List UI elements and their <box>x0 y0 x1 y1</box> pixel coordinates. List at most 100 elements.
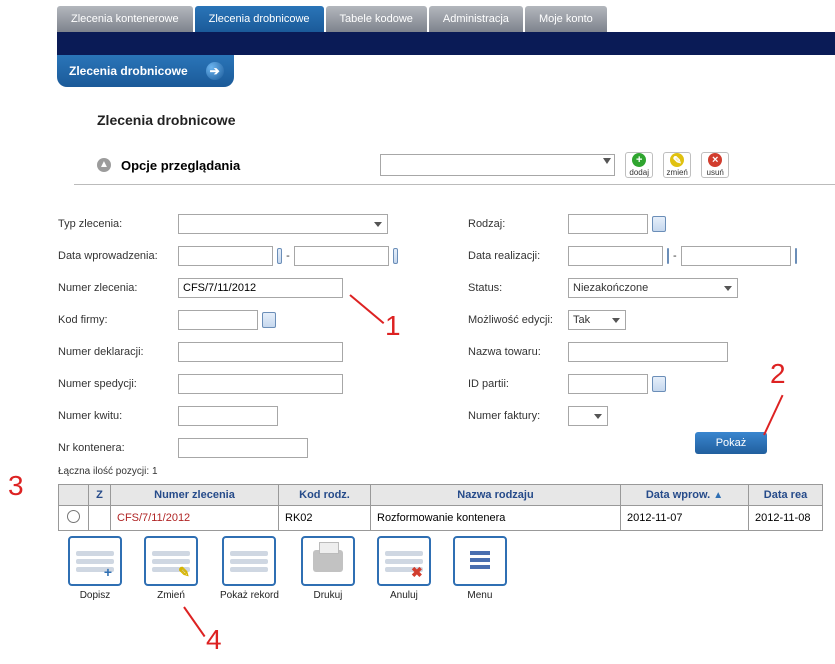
input-nazwa-towaru[interactable] <box>568 342 728 362</box>
label-typ-zlecenia: Typ zlecenia: <box>58 218 178 230</box>
x-icon: ✖ <box>409 564 425 580</box>
cell-kod: RK02 <box>279 506 371 531</box>
menu-icon <box>470 551 490 571</box>
input-numer-zlecenia[interactable] <box>178 278 343 298</box>
page-title: Zlecenia drobnicowe <box>97 112 235 128</box>
tab-administracja[interactable]: Administracja <box>429 6 523 32</box>
drukuj-button[interactable]: Drukuj <box>301 536 355 601</box>
anuluj-button[interactable]: ✖ Anuluj <box>377 536 431 601</box>
input-data-wprow-to[interactable] <box>294 246 389 266</box>
menu-label: Menu <box>467 590 492 601</box>
annotation-2: 2 <box>770 358 786 390</box>
cell-numer[interactable]: CFS/7/11/2012 <box>111 506 279 531</box>
col-select[interactable] <box>59 485 89 506</box>
info-icon[interactable]: ➔ <box>206 62 224 80</box>
annotation-4: 4 <box>206 624 222 656</box>
pokaz-rekord-label: Pokaż rekord <box>220 590 279 601</box>
lookup-icon[interactable] <box>262 312 276 328</box>
zmien-label: Zmień <box>157 590 185 601</box>
menu-button[interactable]: Menu <box>453 536 507 601</box>
dopisz-button[interactable]: + Dopisz <box>68 536 122 601</box>
tab-tabele-kodowe[interactable]: Tabele kodowe <box>326 6 427 32</box>
input-data-wprow-from[interactable] <box>178 246 273 266</box>
label-data-realizacji: Data realizacji: <box>468 250 568 262</box>
subheader: Zlecenia drobnicowe ➔ <box>57 55 234 87</box>
filter-form: Typ zlecenia: Rodzaj: Data wprowadzenia:… <box>58 214 778 458</box>
label-numer-deklaracji: Numer deklaracji: <box>58 346 178 358</box>
delete-button-label: usuń <box>707 168 724 177</box>
subheader-title: Zlecenia drobnicowe <box>69 64 188 78</box>
cell-z <box>89 506 111 531</box>
row-radio[interactable] <box>67 510 80 523</box>
input-numer-spedycji[interactable] <box>178 374 343 394</box>
show-button[interactable]: Pokaż <box>695 432 767 454</box>
x-icon: × <box>708 153 722 167</box>
edit-button[interactable]: ✎ zmień <box>663 152 691 178</box>
input-numer-kwitu[interactable] <box>178 406 278 426</box>
annotation-1: 1 <box>385 310 401 342</box>
input-kod-firmy[interactable] <box>178 310 258 330</box>
input-data-real-to[interactable] <box>681 246 791 266</box>
add-button[interactable]: + dodaj <box>625 152 653 178</box>
browse-options-select[interactable] <box>380 154 615 176</box>
top-nav: Zlecenia kontenerowe Zlecenia drobnicowe… <box>57 6 607 32</box>
select-typ-zlecenia[interactable] <box>178 214 388 234</box>
sort-asc-icon: ▲ <box>713 490 723 501</box>
col-data-rea[interactable]: Data rea <box>749 485 823 506</box>
results-table: Z Numer zlecenia Kod rodz. Nazwa rodzaju… <box>58 484 823 531</box>
tab-drobnicowe[interactable]: Zlecenia drobnicowe <box>195 6 324 32</box>
col-kod-rodz[interactable]: Kod rodz. <box>279 485 371 506</box>
cell-data-wprow: 2012-11-07 <box>621 506 749 531</box>
anuluj-label: Anuluj <box>390 590 418 601</box>
result-count: Łączna ilość pozycji: 1 <box>58 466 158 477</box>
calendar-icon[interactable] <box>667 248 669 264</box>
browse-options-row: ▲ Opcje przeglądania + dodaj ✎ zmień × u… <box>97 152 825 178</box>
zmien-button[interactable]: ✎ Zmień <box>144 536 198 601</box>
pokaz-rekord-button[interactable]: Pokaż rekord <box>220 536 279 601</box>
col-z[interactable]: Z <box>89 485 111 506</box>
calendar-icon[interactable] <box>393 248 398 264</box>
label-data-wprowadzenia: Data wprowadzenia: <box>58 250 178 262</box>
col-nazwa-rodzaju[interactable]: Nazwa rodzaju <box>371 485 621 506</box>
calendar-icon[interactable] <box>277 248 282 264</box>
input-id-partii[interactable] <box>568 374 648 394</box>
delete-button[interactable]: × usuń <box>701 152 729 178</box>
divider <box>74 184 835 185</box>
col-data-wprow[interactable]: Data wprow. ▲ <box>621 485 749 506</box>
label-rodzaj: Rodzaj: <box>468 218 568 230</box>
tab-kontenerowe[interactable]: Zlecenia kontenerowe <box>57 6 193 32</box>
label-numer-zlecenia: Numer zlecenia: <box>58 282 178 294</box>
label-numer-kwitu: Numer kwitu: <box>58 410 178 422</box>
tab-moje-konto[interactable]: Moje konto <box>525 6 607 32</box>
drukuj-label: Drukuj <box>313 590 342 601</box>
cell-data-rea: 2012-11-08 <box>749 506 823 531</box>
select-mozliwosc-edycji[interactable]: Tak <box>568 310 626 330</box>
plus-icon: + <box>632 153 646 167</box>
label-kod-firmy: Kod firmy: <box>58 314 178 326</box>
label-mozliwosc-edycji: Możliwość edycji: <box>468 314 568 326</box>
pencil-icon: ✎ <box>176 564 192 580</box>
browse-options-label: Opcje przeglądania <box>121 158 240 173</box>
nav-underbar <box>57 32 835 55</box>
pencil-icon: ✎ <box>670 153 684 167</box>
label-numer-faktury: Numer faktury: <box>468 410 568 422</box>
col-numer-zlecenia[interactable]: Numer zlecenia <box>111 485 279 506</box>
label-nr-kontenera: Nr kontenera: <box>58 442 178 454</box>
plus-icon: + <box>100 564 116 580</box>
lookup-icon[interactable] <box>652 216 666 232</box>
label-id-partii: ID partii: <box>468 378 568 390</box>
lookup-icon[interactable] <box>652 376 666 392</box>
input-data-real-from[interactable] <box>568 246 663 266</box>
table-row[interactable]: CFS/7/11/2012 RK02 Rozformowanie kontene… <box>59 506 823 531</box>
input-numer-deklaracji[interactable] <box>178 342 343 362</box>
select-status[interactable]: Niezakończone <box>568 278 738 298</box>
input-rodzaj[interactable] <box>568 214 648 234</box>
calendar-icon[interactable] <box>795 248 797 264</box>
printer-icon <box>313 550 343 572</box>
annotation-line <box>183 606 205 637</box>
collapse-icon[interactable]: ▲ <box>97 158 111 172</box>
select-numer-faktury[interactable] <box>568 406 608 426</box>
edit-button-label: zmień <box>667 168 688 177</box>
input-nr-kontenera[interactable] <box>178 438 308 458</box>
label-numer-spedycji: Numer spedycji: <box>58 378 178 390</box>
